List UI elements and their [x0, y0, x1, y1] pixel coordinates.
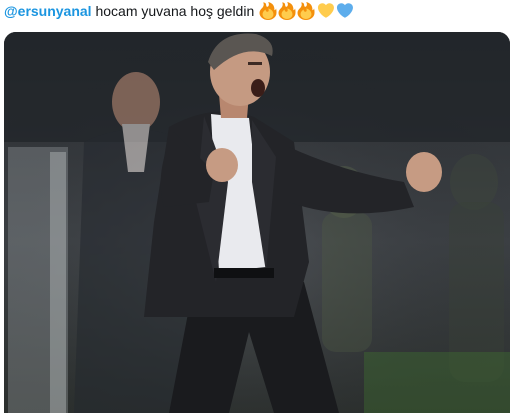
fire-icon — [259, 2, 277, 20]
yellow-heart-icon — [318, 3, 335, 18]
tweet-body: hocam yuvana hoş geldin — [91, 3, 259, 19]
tweet-text: @ersunyanal hocam yuvana hoş geldin — [4, 0, 354, 24]
fire-icon — [278, 2, 296, 20]
mention-link[interactable]: @ersunyanal — [4, 3, 92, 19]
blue-heart-icon — [337, 3, 354, 18]
fire-icon — [297, 2, 315, 20]
tweet: @ersunyanal hocam yuvana hoş geldin — [0, 0, 512, 413]
tweet-photo[interactable] — [4, 32, 510, 413]
photo-scene — [4, 32, 510, 413]
